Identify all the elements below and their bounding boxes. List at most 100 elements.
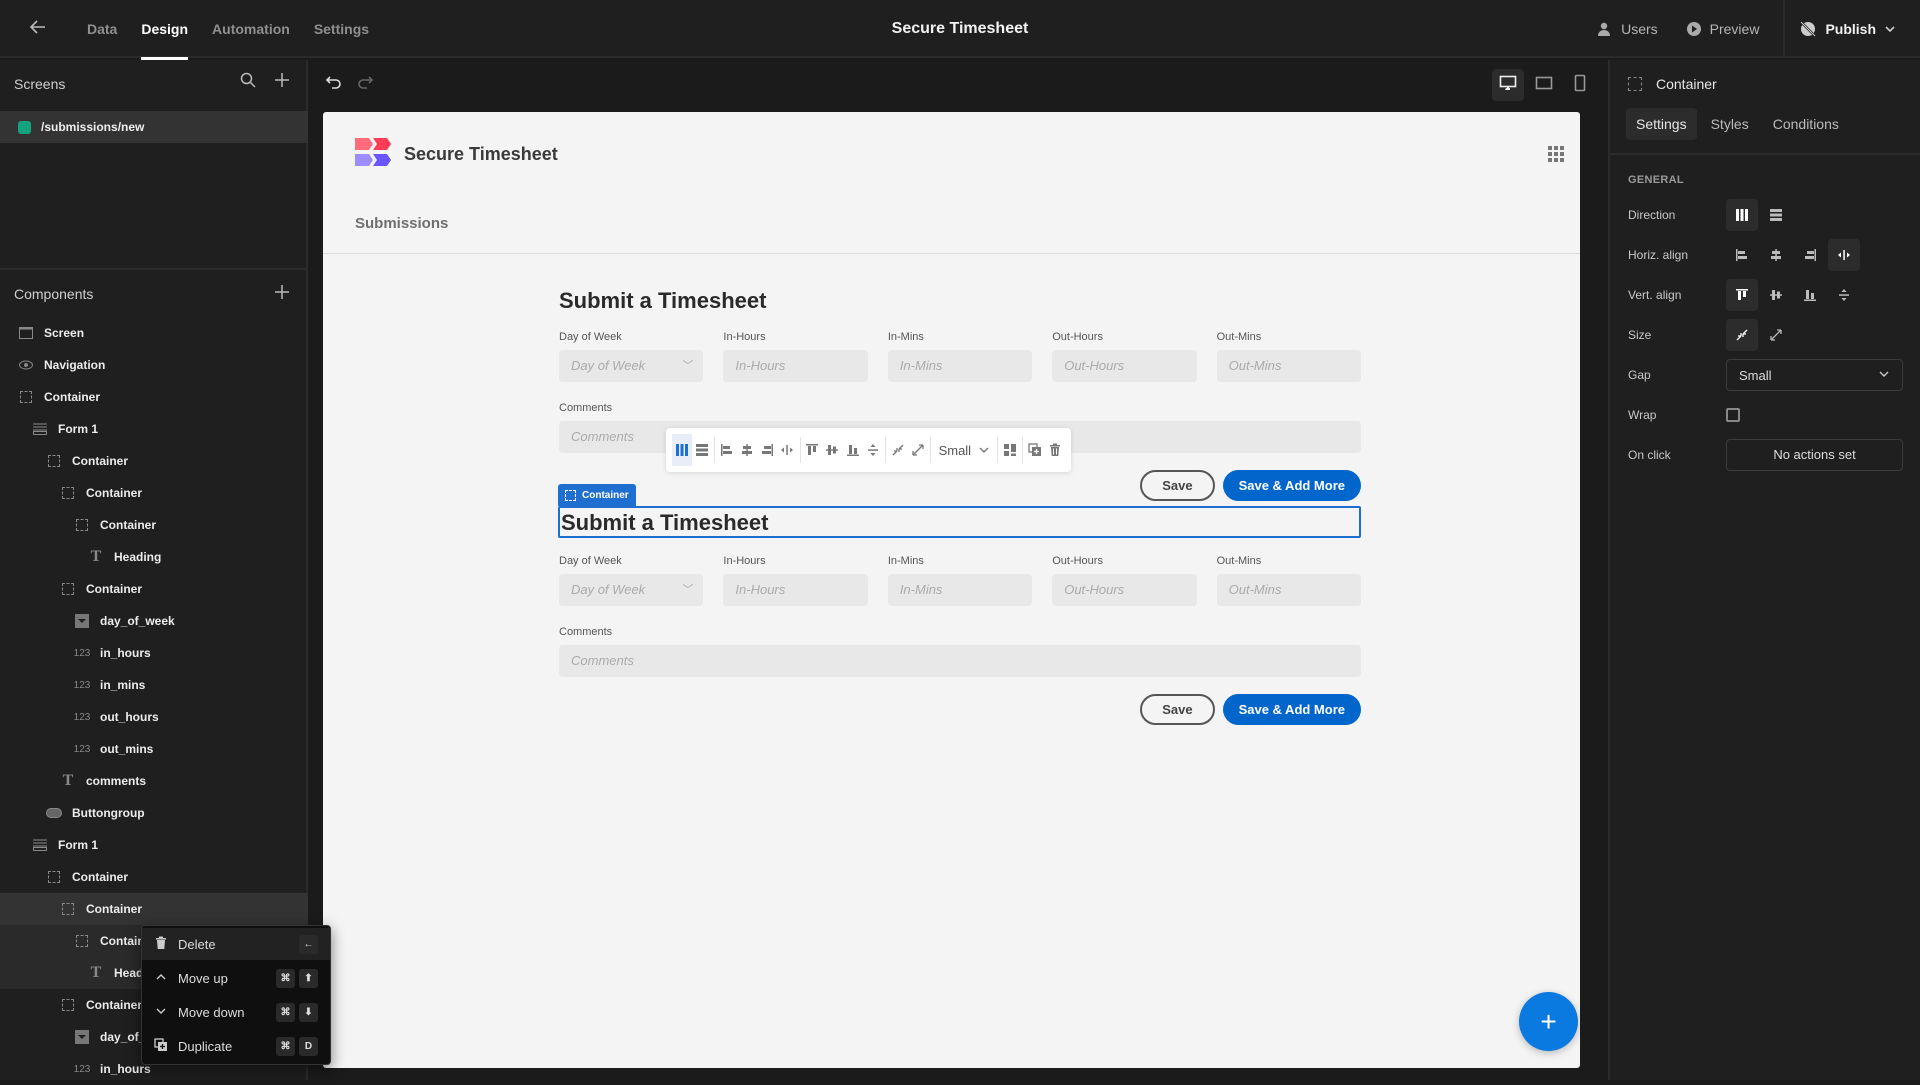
- valign-stretch-icon[interactable]: [1828, 279, 1860, 311]
- align-center-icon[interactable]: [737, 434, 757, 466]
- undo-icon[interactable]: [325, 73, 343, 96]
- valign-bottom-icon[interactable]: [1794, 279, 1826, 311]
- in-mins-input[interactable]: In-Mins: [887, 574, 1033, 606]
- align-left-icon[interactable]: [1726, 239, 1758, 271]
- menu-item-move-up[interactable]: Move up ⌘ ⬆: [142, 962, 330, 994]
- tree-node[interactable]: T Heading: [0, 541, 308, 573]
- screen-item[interactable]: /submissions/new: [0, 111, 308, 143]
- direction-columns-icon[interactable]: [1726, 199, 1758, 231]
- menu-item-move-down[interactable]: Move down ⌘ ⬇: [142, 996, 330, 1028]
- context-menu: Delete ← Move up ⌘ ⬆ Move down ⌘ ⬇ Duplica…: [141, 925, 331, 1065]
- valign-stretch-icon[interactable]: [863, 434, 883, 466]
- add-component-icon[interactable]: [274, 284, 290, 305]
- tree-node[interactable]: 123 out_mins: [0, 733, 308, 765]
- size-shrink-icon[interactable]: [1726, 319, 1758, 351]
- tree-node[interactable]: Container: [0, 573, 308, 605]
- valign-top-icon[interactable]: [802, 434, 822, 466]
- size-grow-icon[interactable]: [908, 434, 928, 466]
- tree-node[interactable]: Container: [0, 861, 308, 893]
- save-button[interactable]: Save: [1140, 470, 1215, 501]
- tree-node-label: Navigation: [44, 358, 106, 372]
- selection-tag[interactable]: Container: [558, 484, 636, 506]
- onclick-actions-button[interactable]: No actions set: [1726, 439, 1903, 471]
- direction-columns-icon[interactable]: [672, 434, 693, 466]
- align-stretch-icon[interactable]: [1828, 239, 1860, 271]
- day-of-week-select[interactable]: Day of Week ﹀: [559, 350, 704, 382]
- menu-item-duplicate[interactable]: Duplicate ⌘ D: [142, 1030, 330, 1062]
- duplicate-icon[interactable]: [1025, 434, 1045, 466]
- selected-container-outline[interactable]: [558, 506, 1361, 538]
- wrap-layout-icon[interactable]: [1000, 434, 1020, 466]
- add-component-fab[interactable]: +: [1519, 992, 1578, 1051]
- nav-link-submissions[interactable]: Submissions: [355, 215, 448, 232]
- tree-node[interactable]: Screen: [0, 317, 308, 349]
- mobile-view-button[interactable]: [1564, 69, 1596, 101]
- tab-styles[interactable]: Styles: [1701, 108, 1759, 140]
- wrap-checkbox[interactable]: [1726, 408, 1740, 422]
- align-right-icon[interactable]: [1794, 239, 1826, 271]
- in-hours-input[interactable]: In-Hours: [723, 574, 868, 606]
- tab-conditions[interactable]: Conditions: [1763, 108, 1849, 140]
- desktop-view-button[interactable]: [1492, 69, 1524, 101]
- direction-rows-icon[interactable]: [1760, 199, 1792, 231]
- save-add-more-button[interactable]: Save & Add More: [1222, 470, 1361, 501]
- align-stretch-icon[interactable]: [777, 434, 797, 466]
- tab-settings[interactable]: Settings: [302, 0, 381, 58]
- menu-item-delete[interactable]: Delete ←: [142, 928, 330, 960]
- tree-node[interactable]: Form 1: [0, 413, 308, 445]
- tree-node[interactable]: day_of_week: [0, 605, 308, 637]
- tree-node[interactable]: 123 in_hours: [0, 637, 308, 669]
- size-grow-icon[interactable]: [1760, 319, 1792, 351]
- container-icon: [60, 902, 76, 916]
- users-button[interactable]: Users: [1583, 0, 1672, 58]
- tree-node[interactable]: Buttongroup: [0, 797, 308, 829]
- apps-grid-icon[interactable]: [1548, 146, 1564, 162]
- tab-data[interactable]: Data: [75, 0, 129, 58]
- tree-node[interactable]: Container: [0, 509, 308, 541]
- vert-align-row: Vert. align: [1628, 278, 1908, 312]
- out-hours-input[interactable]: Out-Hours: [1052, 574, 1197, 606]
- valign-top-icon[interactable]: [1726, 279, 1758, 311]
- redo-icon[interactable]: [356, 73, 374, 96]
- preview-button[interactable]: Preview: [1672, 0, 1774, 58]
- tree-node[interactable]: Tcomments: [0, 765, 308, 797]
- delete-icon[interactable]: [1045, 434, 1065, 466]
- out-mins-input[interactable]: Out-Mins: [1216, 350, 1362, 382]
- tab-design[interactable]: Design: [129, 0, 200, 60]
- in-mins-input[interactable]: In-Mins: [887, 350, 1033, 382]
- main-nav-tabs: Data Design Automation Settings: [75, 0, 381, 60]
- save-button[interactable]: Save: [1140, 694, 1215, 725]
- publish-button[interactable]: Publish: [1785, 0, 1920, 58]
- out-mins-input[interactable]: Out-Mins: [1216, 574, 1362, 606]
- back-arrow-icon[interactable]: [28, 17, 50, 39]
- save-add-more-button[interactable]: Save & Add More: [1222, 694, 1361, 725]
- search-icon[interactable]: [240, 72, 256, 93]
- unpublished-globe-icon: [1799, 20, 1817, 38]
- tab-automation[interactable]: Automation: [200, 0, 302, 58]
- out-hours-input[interactable]: Out-Hours: [1052, 350, 1197, 382]
- day-of-week-select[interactable]: Day of Week ﹀: [559, 574, 704, 606]
- tree-node[interactable]: Container: [0, 477, 308, 509]
- tree-node[interactable]: Form 1: [0, 829, 308, 861]
- tree-node[interactable]: 123 out_hours: [0, 701, 308, 733]
- direction-rows-icon[interactable]: [692, 434, 712, 466]
- tree-node[interactable]: Container: [0, 381, 308, 413]
- gap-select[interactable]: Small: [933, 443, 996, 458]
- align-left-icon[interactable]: [717, 434, 737, 466]
- tablet-view-button[interactable]: [1528, 69, 1560, 101]
- tree-node[interactable]: 123 in_mins: [0, 669, 308, 701]
- align-right-icon[interactable]: [757, 434, 777, 466]
- valign-middle-icon[interactable]: [822, 434, 842, 466]
- align-center-icon[interactable]: [1760, 239, 1792, 271]
- tree-node[interactable]: Container: [0, 893, 308, 925]
- gap-select[interactable]: Small: [1726, 359, 1903, 391]
- valign-bottom-icon[interactable]: [843, 434, 863, 466]
- comments-input[interactable]: Comments: [559, 645, 1361, 677]
- tree-node[interactable]: Navigation: [0, 349, 308, 381]
- tab-settings-panel[interactable]: Settings: [1626, 108, 1697, 140]
- size-shrink-icon[interactable]: [888, 434, 908, 466]
- valign-middle-icon[interactable]: [1760, 279, 1792, 311]
- in-hours-input[interactable]: In-Hours: [723, 350, 868, 382]
- tree-node[interactable]: Container: [0, 445, 308, 477]
- add-screen-icon[interactable]: [274, 72, 290, 93]
